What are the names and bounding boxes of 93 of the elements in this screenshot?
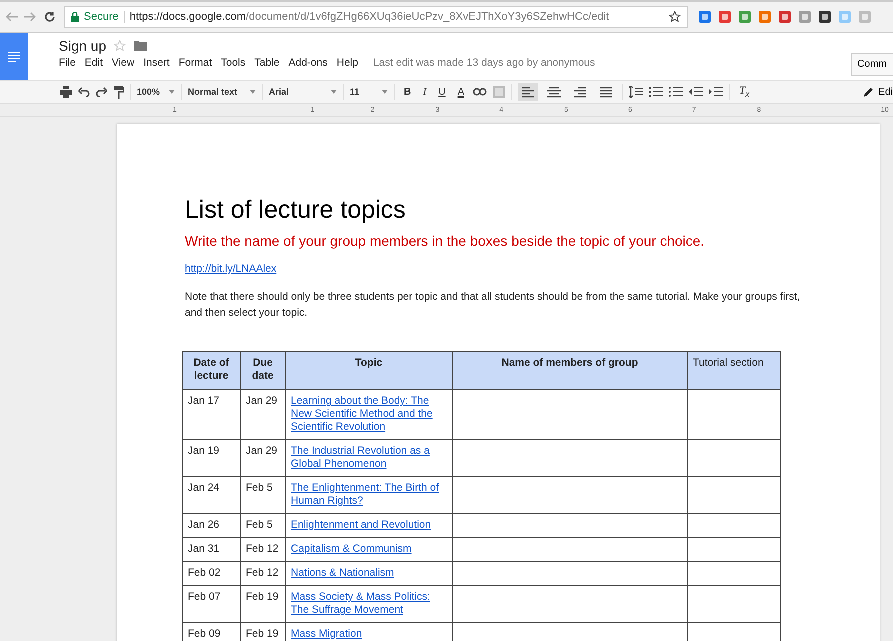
paint-format-icon[interactable] [114, 86, 124, 98]
folder-icon[interactable] [134, 41, 148, 51]
instruction-text: Write the name of your group members in the boxes beside the topic of your choice. [185, 233, 706, 249]
table-cell: Jan 29 [240, 440, 286, 476]
font-size-dropdown[interactable]: 11 [350, 87, 388, 97]
empty-cell[interactable] [688, 562, 780, 586]
font-dropdown[interactable]: Arial [269, 87, 337, 97]
empty-cell[interactable] [688, 514, 780, 538]
empty-cell[interactable] [688, 476, 780, 514]
empty-cell[interactable] [688, 390, 780, 440]
document-heading: List of lecture topics [185, 196, 407, 225]
increase-indent-icon[interactable] [709, 86, 724, 98]
topic-link[interactable]: Mass Migration [291, 628, 447, 641]
menu-item[interactable]: Add-ons [288, 57, 328, 69]
short-link[interactable]: http://bit.ly/LNAAlex [185, 263, 880, 275]
topic-link[interactable]: Mass Society & Mass Politics: The Suffrage Movement [291, 591, 447, 617]
redo-icon[interactable] [96, 87, 108, 97]
caret-icon [169, 90, 175, 94]
italic-button[interactable]: I [420, 86, 430, 98]
empty-cell[interactable] [688, 440, 780, 476]
table-cell: Feb 12 [240, 562, 286, 586]
menu-item[interactable]: Tools [221, 57, 246, 69]
lock-icon [71, 12, 79, 22]
comments-button[interactable]: Comm [850, 53, 893, 76]
table-cell: Jan 31 [182, 538, 240, 562]
table-cell: Feb 07 [182, 586, 240, 622]
topic-link[interactable]: Capitalism & Communism [291, 543, 447, 556]
url-text: https://docs.google.com/document/d/1v6fgZHg66XUq36ieUcPzv_8XvEJThXoY3y6SZehwHCc/edit [130, 11, 610, 23]
column-header: Due date [240, 352, 286, 390]
table-cell: Jan 17 [182, 390, 240, 440]
pencil-icon [864, 87, 874, 97]
docs-logo-icon[interactable] [0, 33, 28, 80]
topic-link[interactable]: Nations & Nationalism [291, 567, 447, 580]
document-title[interactable]: Sign up [59, 38, 106, 54]
underline-button[interactable]: U [436, 86, 449, 98]
table-cell: Jan 29 [240, 390, 286, 440]
topic-link[interactable]: Enlightenment and Revolution [291, 519, 447, 532]
table-cell: Jan 19 [182, 440, 240, 476]
star-icon[interactable] [669, 11, 681, 23]
bulleted-list-icon[interactable] [669, 86, 684, 98]
menu-item[interactable]: Help [336, 57, 358, 69]
clear-formatting-button[interactable]: T$_{x}$ [736, 84, 753, 100]
bold-button[interactable]: B [401, 86, 414, 98]
editing-mode-button[interactable]: Edi [864, 86, 893, 98]
empty-cell[interactable] [452, 440, 688, 476]
caret-icon [382, 90, 388, 94]
topic-link[interactable]: The Industrial Revolution as a Global Phenomenon [291, 445, 447, 471]
undo-icon[interactable] [78, 87, 90, 97]
table-cell: Feb 5 [240, 514, 286, 538]
style-dropdown[interactable]: Normal text [188, 87, 256, 97]
menu-item[interactable]: Edit [84, 57, 104, 69]
menu-item[interactable]: Table [254, 57, 280, 69]
table-cell: Feb 12 [240, 538, 286, 562]
table-cell: Feb 19 [240, 586, 286, 622]
zoom-dropdown[interactable]: 100% [137, 87, 175, 97]
table-cell: Feb 5 [240, 476, 286, 514]
reload-icon[interactable] [44, 11, 56, 23]
note-paragraph: Note that there should only be three students per topic and that all students should be from the same tutorial. Make your groups first, and then select your topic. [185, 290, 802, 321]
menu-item[interactable]: Insert [144, 57, 170, 69]
print-icon[interactable] [60, 86, 72, 98]
text-color-button[interactable]: A [454, 86, 468, 98]
column-header: Name of members of group [452, 352, 688, 390]
caret-icon [250, 90, 256, 94]
numbered-list-icon[interactable] [649, 86, 664, 98]
decrease-indent-icon[interactable] [689, 86, 704, 98]
line-spacing-icon[interactable] [629, 86, 644, 98]
empty-cell[interactable] [452, 538, 688, 562]
topic-link[interactable]: Learning about the Body: The New Scientific Method and the Scientific Revolution [291, 395, 447, 434]
empty-cell[interactable] [452, 562, 688, 586]
table-cell: Jan 24 [182, 476, 240, 514]
topic-link[interactable]: The Enlightenment: The Birth of Human Rights? [291, 482, 447, 508]
empty-cell[interactable] [452, 586, 688, 622]
caret-icon [331, 90, 337, 94]
address-bar[interactable]: Secure https://docs.google.com/document/d/1v6fgZHg66XUq36ieUcPzv_8XvEJThXoY3y6SZehwHCc/edit [64, 6, 688, 28]
last-edit-link[interactable]: Last edit was made 13 days ago by anonymous [373, 57, 596, 69]
menu-item[interactable]: Format [178, 57, 212, 69]
column-header: Date of lecture [182, 352, 240, 390]
table-cell: Feb 09 [182, 622, 240, 641]
table-cell: Feb 02 [182, 562, 240, 586]
empty-cell[interactable] [452, 476, 688, 514]
empty-cell[interactable] [688, 538, 780, 562]
align-icon[interactable] [518, 83, 538, 101]
column-header: Tutorial section [688, 352, 780, 390]
menu-item[interactable]: File [59, 57, 76, 69]
extension-icon[interactable] [818, 10, 832, 24]
table-cell: Jan 26 [182, 514, 240, 538]
empty-cell[interactable] [452, 514, 688, 538]
link-icon[interactable] [473, 88, 488, 96]
secure-label: Secure [84, 11, 119, 23]
empty-cell[interactable] [452, 390, 688, 440]
menu-item[interactable]: View [112, 57, 135, 69]
empty-cell[interactable] [688, 586, 780, 622]
column-header: Topic [286, 352, 452, 390]
